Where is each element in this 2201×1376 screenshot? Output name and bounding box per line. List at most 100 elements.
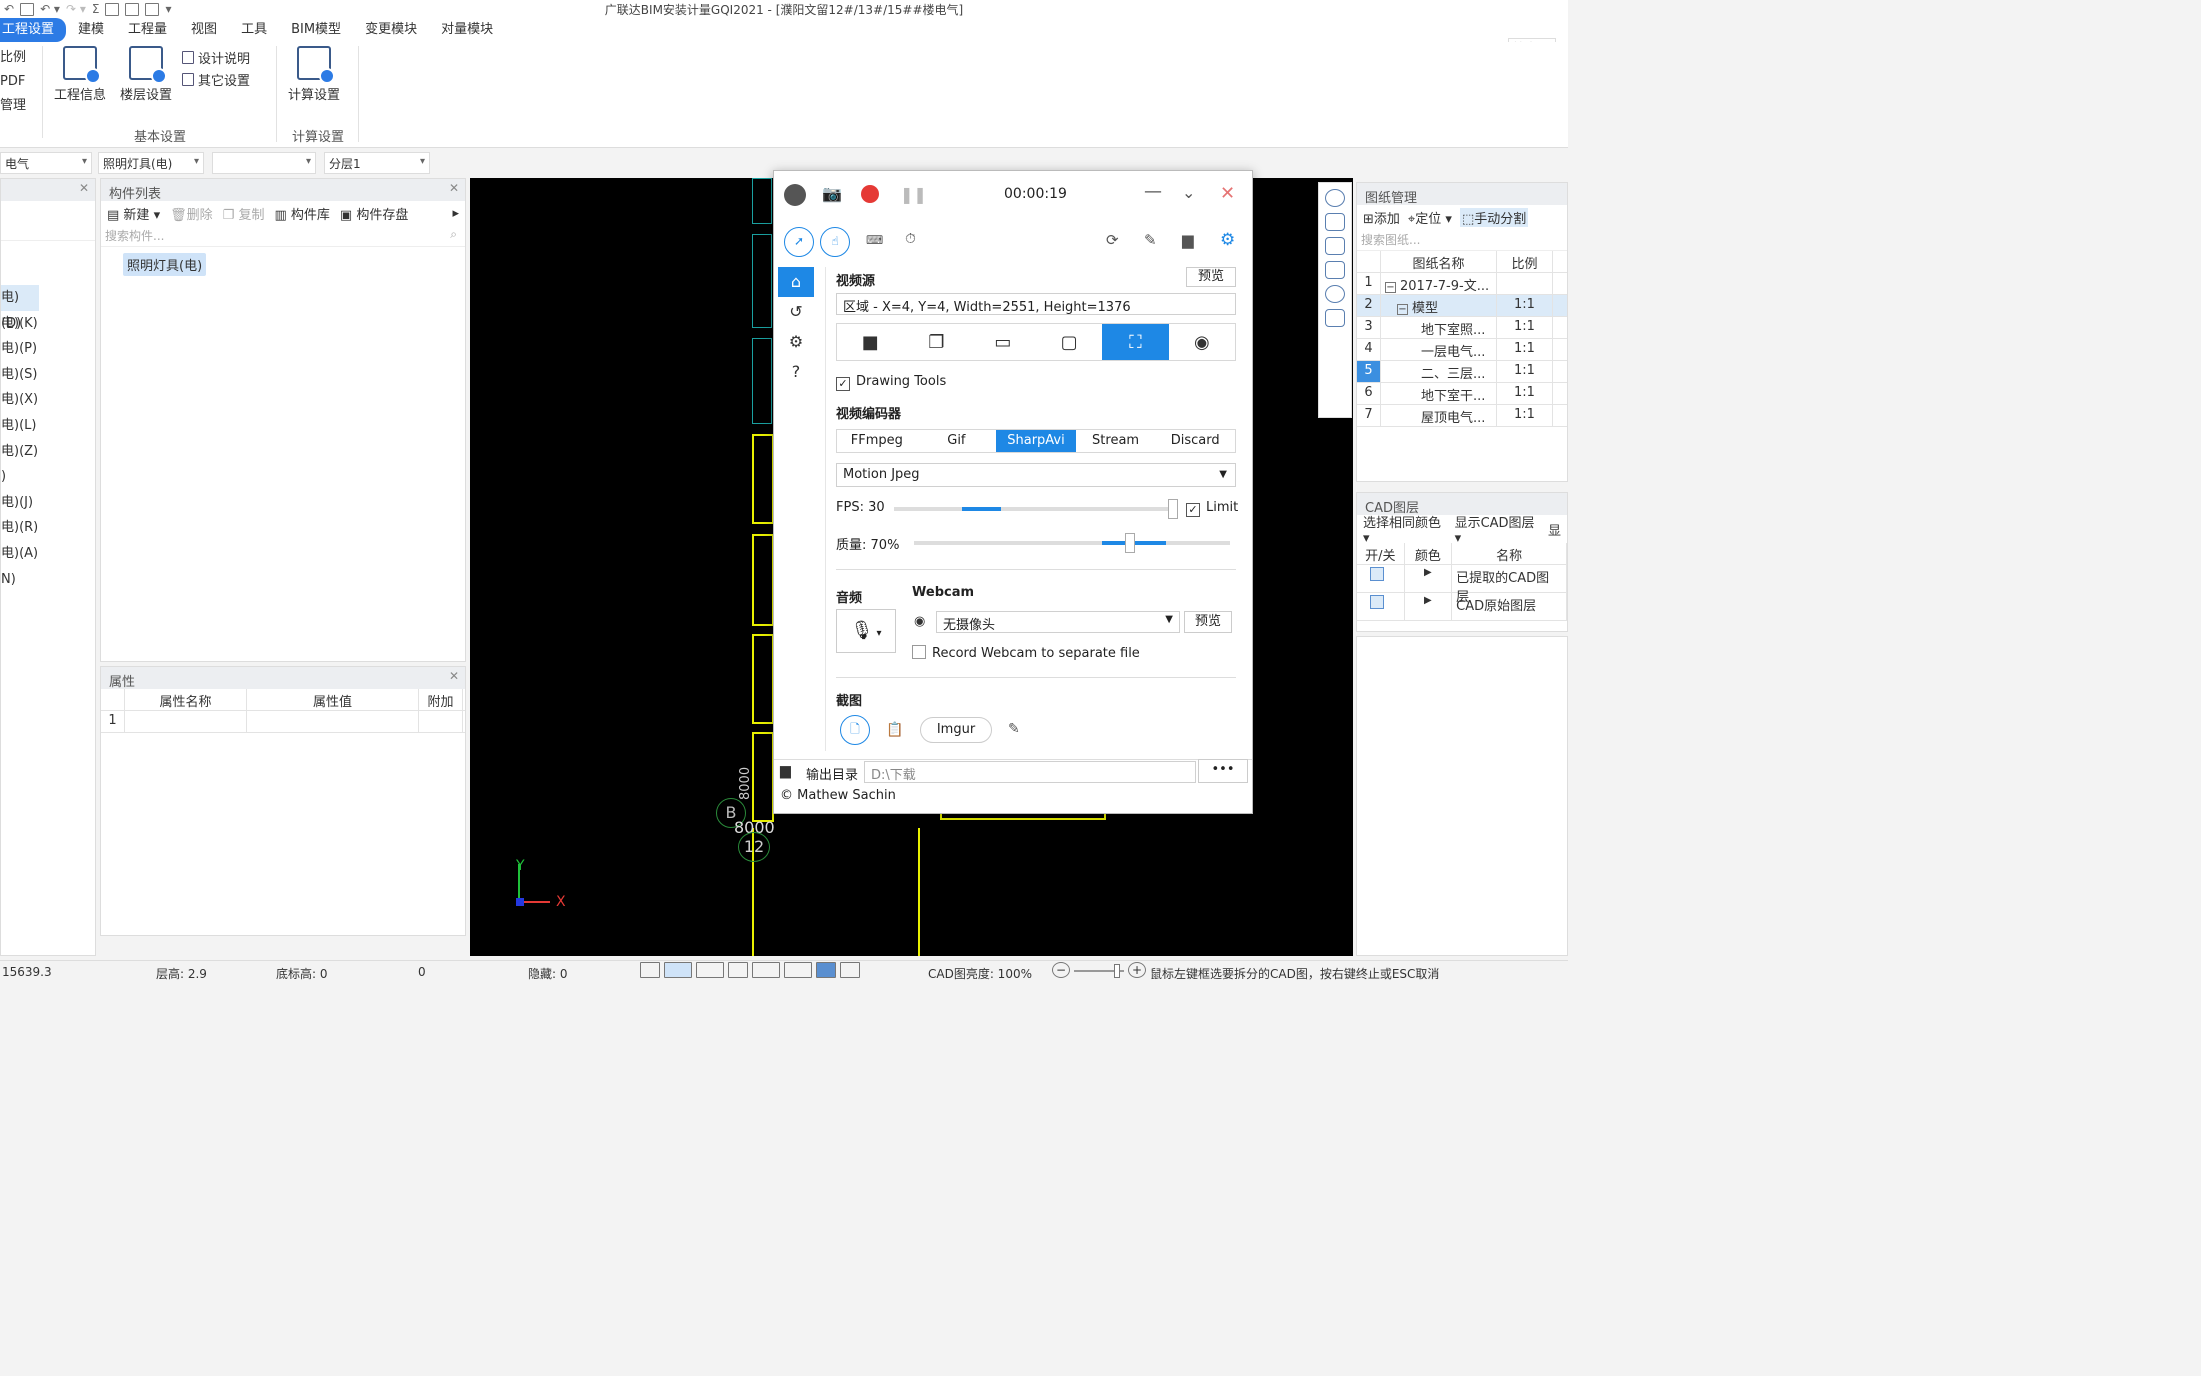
qat-more-icon[interactable]: ▾	[165, 2, 171, 16]
drawing-row[interactable]: 5 二、三层... 1:1	[1357, 361, 1567, 383]
refresh-icon[interactable]: ⟳	[1106, 231, 1119, 249]
collapse-icon[interactable]	[784, 184, 806, 206]
menu-item[interactable]: 工程量	[116, 18, 179, 42]
drawing-row[interactable]: 7 屋顶电气... 1:1	[1357, 405, 1567, 427]
menu-item[interactable]: 变更模块	[353, 18, 429, 42]
library-button[interactable]: ▥ 构件库	[274, 204, 329, 223]
menu-item[interactable]: 工具	[229, 18, 279, 42]
delete-button[interactable]: 🗑删除	[170, 204, 213, 223]
redo-arrow-icon[interactable]: ↷ ▾	[66, 2, 86, 16]
tree-expander-icon[interactable]: −	[1385, 282, 1396, 293]
limit-checkbox[interactable]: ✓ Limit	[1186, 500, 1238, 517]
menu-item[interactable]: BIM模型	[279, 18, 353, 42]
tree-item[interactable]: N)	[1, 567, 95, 593]
menu-item[interactable]: 视图	[179, 18, 229, 42]
tree-expander-icon[interactable]: −	[1397, 304, 1408, 315]
webcam-source-icon[interactable]: ■	[837, 324, 903, 360]
drawing-row[interactable]: 4 一层电气... 1:1	[1357, 339, 1567, 361]
tree-item[interactable]: 电)(A)	[1, 541, 95, 567]
more-options-button[interactable]: •••	[1198, 759, 1248, 783]
3d-view-icon[interactable]	[1325, 213, 1345, 231]
clipboard-icon[interactable]: 📋	[886, 722, 903, 738]
swap-icon[interactable]	[145, 2, 160, 16]
curve-icon[interactable]	[840, 962, 860, 978]
encoder-tab[interactable]: SharpAvi	[996, 430, 1076, 452]
tree-item[interactable]: 电)(K)	[1, 311, 95, 337]
show-button[interactable]: 显	[1548, 520, 1561, 539]
selector-type[interactable]: 照明灯具(电)	[98, 152, 204, 174]
cad-layer-row[interactable]: ▶ 已提取的CAD图层	[1357, 565, 1567, 605]
prop-row-extra[interactable]	[419, 711, 463, 732]
selector-empty[interactable]	[212, 152, 316, 174]
drawing-row[interactable]: 2− 模型 1:1	[1357, 295, 1567, 317]
region-source-icon[interactable]: ⛶	[1102, 324, 1169, 360]
screenshot-file-icon[interactable]: 🗋	[840, 715, 870, 745]
history-icon[interactable]: ↺	[778, 297, 814, 327]
ribbon-item-pdf[interactable]: PDF	[0, 70, 26, 94]
orbit-icon[interactable]	[1325, 189, 1345, 207]
drawing-search-input[interactable]: 搜索图纸...	[1357, 229, 1567, 251]
undo-icon[interactable]: ↶	[4, 2, 14, 16]
help-icon[interactable]: ?	[778, 357, 814, 387]
menu-item[interactable]: 工程设置	[0, 18, 67, 42]
close-icon[interactable]: ✕	[79, 181, 89, 195]
edit-pen-icon[interactable]: ✎	[1008, 721, 1020, 737]
tree-item[interactable]: )	[1, 464, 95, 490]
cross-icon[interactable]	[728, 962, 748, 978]
component-item-selected[interactable]: 照明灯具(电)	[123, 253, 207, 276]
webcam-select[interactable]: 无摄像头 ▼	[936, 611, 1180, 633]
show-cad-layers-button[interactable]: 显示CAD图层 ▾	[1455, 512, 1540, 546]
quality-slider-track[interactable]	[914, 541, 1230, 545]
click-hand-icon[interactable]: ☝	[820, 227, 850, 257]
prop-row-value[interactable]	[247, 711, 419, 732]
layer-checkbox[interactable]	[1357, 593, 1405, 620]
calc-settings-button[interactable]: 计算设置	[288, 46, 340, 103]
component-search-input[interactable]: 搜索构件... ⌕	[101, 225, 465, 247]
drawing-tools-checkbox[interactable]: ✓ Drawing Tools	[836, 374, 946, 391]
drawing-row[interactable]: 3 地下室照... 1:1	[1357, 317, 1567, 339]
fps-slider-track[interactable]	[894, 507, 1174, 511]
expand-icon[interactable]: ▶	[1405, 593, 1453, 620]
folder-icon[interactable]: ▆	[780, 763, 791, 779]
menu-item[interactable]: 建模	[66, 18, 116, 42]
zoom-in-icon[interactable]: +	[1128, 962, 1146, 978]
select-same-color-button[interactable]: 选择相同颜色 ▾	[1363, 512, 1447, 546]
record-webcam-separate-checkbox[interactable]: Record Webcam to separate file	[912, 645, 1140, 661]
screen-source-icon[interactable]: ▭	[970, 324, 1036, 360]
encoder-tab[interactable]: Gif	[917, 430, 997, 452]
angle-icon[interactable]	[752, 962, 780, 978]
other-settings-button[interactable]: 其它设置	[182, 68, 250, 90]
chevron-down-icon[interactable]: ⌄	[1182, 183, 1195, 202]
brightness-slider-thumb[interactable]	[1114, 964, 1120, 978]
ribbon-item-scale[interactable]: 比例	[0, 46, 26, 70]
tree-item[interactable]: 电)(X)	[1, 387, 95, 413]
record-button[interactable]	[861, 185, 879, 203]
encoder-tab[interactable]: FFmpeg	[837, 430, 917, 452]
webcam-preview-button[interactable]: 预览	[1184, 611, 1232, 633]
save-component-button[interactable]: ▣ 构件存盘	[340, 204, 408, 223]
cube-icon[interactable]	[1325, 237, 1345, 255]
close-icon[interactable]: ✕	[449, 669, 459, 683]
tree-item[interactable]: 电)(Z)	[1, 439, 95, 465]
ribbon-item-manage[interactable]: 管理	[0, 94, 26, 118]
more-icon[interactable]: ▸	[452, 206, 459, 221]
close-icon[interactable]: ✕	[449, 181, 459, 195]
tree-item[interactable]: 电)(J)	[1, 490, 95, 516]
save-icon[interactable]	[20, 2, 35, 16]
ortho-icon[interactable]	[640, 962, 660, 978]
rotate-icon[interactable]	[1325, 285, 1345, 303]
window-source-icon[interactable]: ❐	[903, 324, 969, 360]
gamepad-source-icon[interactable]: ◉	[1169, 324, 1235, 360]
selector-layer[interactable]: 分层1	[324, 152, 430, 174]
tree-item[interactable]: 电)(R)	[1, 515, 95, 541]
layer-checkbox[interactable]	[1357, 565, 1405, 592]
tree-item[interactable]: 电)(D)	[1, 285, 39, 331]
close-icon[interactable]: ✕	[1220, 183, 1235, 204]
cad-layer-row[interactable]: ▶ CAD原始图层	[1357, 593, 1567, 621]
design-notes-button[interactable]: 设计说明	[182, 46, 250, 68]
locate-button[interactable]: ⌖定位 ▾	[1408, 208, 1452, 227]
sum-icon[interactable]: Σ	[92, 2, 100, 16]
fullscreen-source-icon[interactable]: ▢	[1036, 324, 1102, 360]
settings-gear-icon[interactable]: ⚙	[1220, 230, 1235, 250]
properties-row[interactable]: 1	[101, 711, 465, 733]
